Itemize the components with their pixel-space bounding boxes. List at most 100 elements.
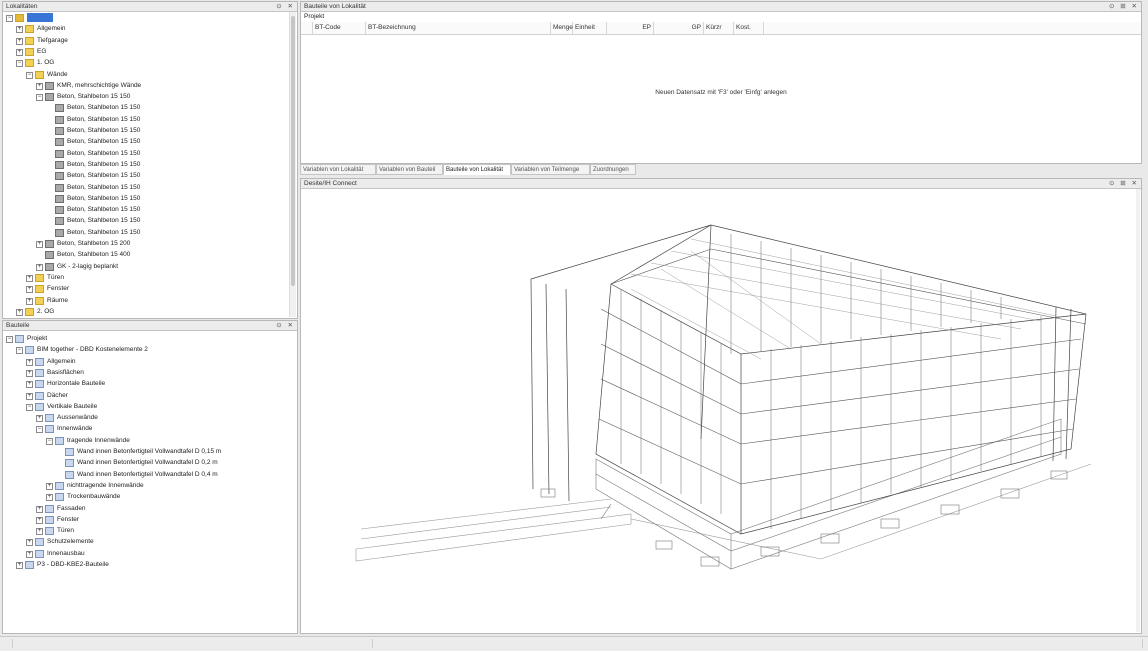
expand-icon[interactable]: + xyxy=(16,26,23,34)
expand-icon[interactable]: + xyxy=(26,274,33,282)
collapse-icon[interactable]: − xyxy=(46,437,53,445)
panel-window-buttons[interactable]: ⊙ ✕ xyxy=(276,321,295,330)
scrollbar-thumb[interactable] xyxy=(291,16,295,286)
folder-icon xyxy=(35,296,44,305)
collapse-icon[interactable]: − xyxy=(6,15,13,22)
tab-3[interactable]: Variablen von Teilmenge xyxy=(511,164,590,175)
column-header[interactable] xyxy=(301,22,313,34)
expand-icon[interactable]: + xyxy=(26,539,33,547)
expand-icon[interactable]: + xyxy=(26,286,33,294)
folder-icon xyxy=(25,307,34,316)
column-header[interactable]: Menge xyxy=(551,22,573,34)
collapse-icon[interactable]: − xyxy=(16,347,23,355)
expand-icon[interactable]: + xyxy=(36,516,43,524)
tree-item-label: Basisflächen xyxy=(47,368,84,376)
tree-item-label: Türen xyxy=(47,273,64,281)
wall-element-icon xyxy=(45,81,54,90)
expand-icon[interactable]: + xyxy=(46,482,53,490)
lokalitaeten-scrollbar[interactable] xyxy=(289,12,296,317)
empty-table-message: Neuen Datensatz mit 'F3' oder 'Einfg' an… xyxy=(655,89,787,96)
floor-levels xyxy=(598,248,1087,485)
wall-element-icon xyxy=(55,138,64,147)
folder-icon xyxy=(25,36,34,45)
expand-icon[interactable]: + xyxy=(36,528,43,536)
collapse-icon[interactable]: − xyxy=(16,60,23,68)
column-grid xyxy=(620,234,1042,529)
component-icon xyxy=(15,335,24,343)
column-header[interactable]: GP xyxy=(654,22,704,34)
component-icon xyxy=(25,561,34,569)
component-icon xyxy=(65,470,74,479)
tree-item-label: Fenster xyxy=(47,285,70,293)
expand-icon[interactable]: + xyxy=(26,369,33,377)
component-icon xyxy=(45,527,54,536)
tree-item-label: Beton, Stahlbeton 15 150 xyxy=(67,160,141,168)
column-header[interactable]: BT-Bezeichnung xyxy=(366,22,551,34)
building-3d-model[interactable] xyxy=(301,189,1141,633)
column-header[interactable]: Kost. xyxy=(734,22,764,34)
lokalitaeten-panel: Lokalitäten ⊙ ✕ − + Allgemein + Tiefgarage + E… xyxy=(2,1,298,319)
collapse-icon[interactable]: − xyxy=(26,403,33,411)
collapse-icon[interactable]: − xyxy=(36,94,43,102)
tab-0[interactable]: Variablen von Lokalität xyxy=(300,164,376,175)
wall-element-icon xyxy=(55,104,64,113)
expand-icon[interactable]: + xyxy=(26,381,33,389)
tree-item-label: Wand innen Betonfertigteil Vollwandtafel… xyxy=(77,448,222,455)
collapse-icon[interactable]: − xyxy=(6,336,13,343)
expand-icon[interactable]: + xyxy=(26,392,33,400)
group-label: Projekt xyxy=(304,13,325,20)
wall-element-icon xyxy=(55,228,64,237)
lokalitaeten-tree: − + Allgemein + Tiefgarage + EG −1. OG − Wände + KM… xyxy=(3,12,297,318)
collapse-icon[interactable]: − xyxy=(26,71,33,79)
expand-icon[interactable]: + xyxy=(26,297,33,305)
status-bar xyxy=(0,636,1148,651)
tree-item-label: Beton, Stahlbeton 15 150 xyxy=(67,217,141,225)
tree-item-label: Horizontale Bauteile xyxy=(47,380,106,388)
panel-title-text: Desite/IH Connect xyxy=(304,180,357,187)
tree-item-label: Beton, Stahlbeton 15 150 xyxy=(67,149,141,157)
tree-item-label: Wand innen Betonfertigteil Vollwandtafel… xyxy=(77,459,218,467)
column-header[interactable]: Einheit xyxy=(573,22,607,34)
folder-icon xyxy=(25,59,34,68)
expand-icon[interactable]: + xyxy=(16,562,23,569)
expand-icon[interactable]: + xyxy=(36,505,43,513)
expand-icon[interactable]: + xyxy=(16,37,23,45)
panel-title-text: Bauteile von Lokalität xyxy=(304,3,366,10)
panel-window-buttons[interactable]: ⊙ ⊞ ✕ xyxy=(1109,179,1139,188)
collapse-icon[interactable]: − xyxy=(36,426,43,434)
component-icon xyxy=(35,391,44,400)
expand-icon[interactable]: + xyxy=(16,308,23,316)
tree-item-label: nichttragende Innenwände xyxy=(67,481,144,489)
component-icon xyxy=(65,459,74,468)
component-icon xyxy=(35,549,44,558)
expand-icon[interactable]: + xyxy=(36,263,43,271)
panel-window-buttons[interactable]: ⊙ ⊞ ✕ xyxy=(1109,2,1139,11)
tab-2[interactable]: Bauteile von Lokalität xyxy=(443,164,511,175)
tree-item-label: Beton, Stahlbeton 15 150 xyxy=(57,93,131,101)
expand-icon[interactable]: + xyxy=(16,48,23,56)
tree-item-label: EG xyxy=(37,47,47,55)
expand-icon[interactable]: + xyxy=(36,82,43,90)
tree-item-label: Beton, Stahlbeton 15 150 xyxy=(67,194,141,202)
bottom-tabs: Variablen von Lokalität Variablen von Bau… xyxy=(300,164,1140,176)
tab-1[interactable]: Variablen von Bauteil xyxy=(376,164,443,175)
column-header[interactable]: BT-Code xyxy=(313,22,366,34)
lokalitaeten-panel-title: Lokalitäten ⊙ ✕ xyxy=(3,2,297,12)
column-header[interactable]: EP xyxy=(607,22,654,34)
tab-4[interactable]: Zuordnungen xyxy=(590,164,636,175)
wall-element-icon xyxy=(45,262,54,271)
folder-icon xyxy=(25,47,34,56)
column-header[interactable]: Kürzr xyxy=(704,22,734,34)
panel-window-buttons[interactable]: ⊙ ✕ xyxy=(276,2,295,11)
wall-element-icon xyxy=(55,183,64,192)
expand-icon[interactable]: + xyxy=(36,415,43,423)
expand-icon[interactable]: + xyxy=(26,358,33,366)
tree-item-label: Projekt xyxy=(27,335,48,342)
3d-viewer-panel: Desite/IH Connect ⊙ ⊞ ✕ xyxy=(300,178,1142,634)
viewer-scrollbar[interactable] xyxy=(1136,189,1140,632)
component-icon xyxy=(55,481,64,490)
expand-icon[interactable]: + xyxy=(26,550,33,558)
expand-icon[interactable]: + xyxy=(46,494,53,502)
expand-icon[interactable]: + xyxy=(36,241,43,248)
bauteile-von-lokalitaet-panel: Bauteile von Lokalität ⊙ ⊞ ✕ Projekt BT-… xyxy=(300,1,1142,164)
